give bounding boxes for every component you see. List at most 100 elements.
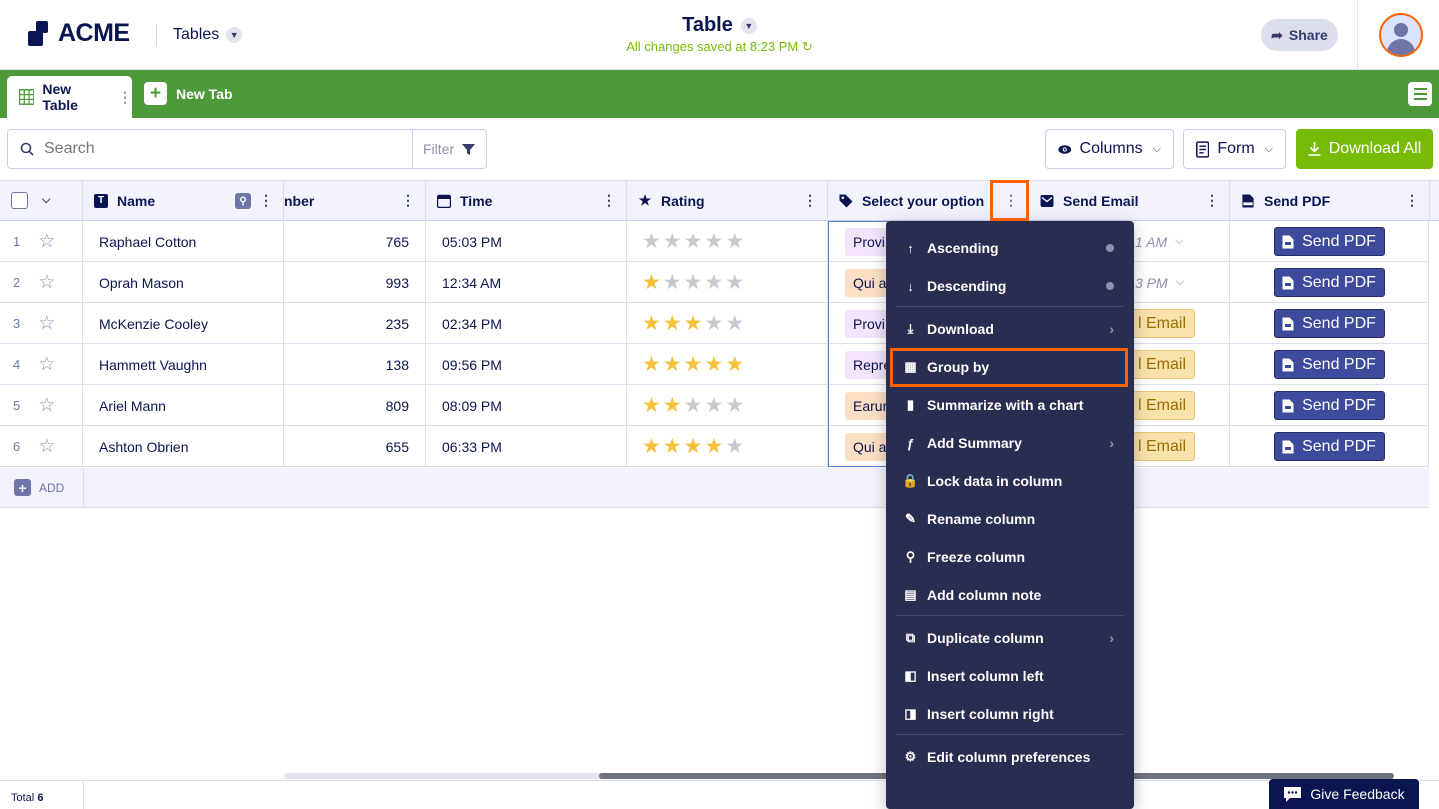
name-cell[interactable]: McKenzie Cooley — [83, 303, 284, 344]
rating-star-icon[interactable]: ★ — [725, 434, 744, 459]
name-cell[interactable]: Raphael Cotton — [83, 221, 284, 262]
menu-item-insert-column-left[interactable]: ◧ Insert column left — [886, 659, 1134, 693]
send-pdf-button[interactable]: Send PDF — [1273, 391, 1385, 420]
rating-star-icon[interactable]: ★ — [684, 352, 703, 377]
rating-stars[interactable]: ★ ★ ★ ★ ★ — [642, 270, 744, 295]
hamburger-menu-button[interactable] — [1408, 82, 1432, 106]
new-tab-button[interactable]: + New Tab — [144, 82, 233, 105]
send-pdf-cell[interactable]: Send PDF — [1230, 385, 1429, 426]
select-all-checkbox[interactable] — [11, 192, 28, 209]
column-header-number[interactable]: nber ⋮ — [284, 180, 426, 221]
rating-star-icon[interactable]: ★ — [663, 352, 682, 377]
rating-star-icon[interactable]: ★ — [684, 270, 703, 295]
rating-star-icon[interactable]: ★ — [725, 352, 744, 377]
rating-star-icon[interactable]: ★ — [663, 434, 682, 459]
pin-badge-icon[interactable]: ⚲ — [235, 193, 251, 209]
send-email-button[interactable]: l Email — [1129, 432, 1196, 461]
menu-item-add-summary[interactable]: ƒ Add Summary › — [886, 426, 1134, 460]
rating-star-icon[interactable]: ★ — [684, 311, 703, 336]
star-outline-icon[interactable]: ☆ — [38, 394, 55, 417]
name-cell[interactable]: Oprah Mason — [83, 262, 284, 303]
menu-item-rename-column[interactable]: ✎ Rename column — [886, 502, 1134, 536]
rating-stars[interactable]: ★ ★ ★ ★ ★ — [642, 393, 744, 418]
column-header-name[interactable]: T Name ⚲ ⋮ — [83, 180, 284, 221]
rating-star-icon[interactable]: ★ — [725, 311, 744, 336]
rating-star-icon[interactable]: ★ — [704, 270, 723, 295]
add-row-button[interactable]: + ADD — [14, 479, 64, 496]
rating-stars[interactable]: ★ ★ ★ ★ ★ — [642, 434, 744, 459]
rating-star-icon[interactable]: ★ — [663, 229, 682, 254]
menu-item-insert-column-right[interactable]: ◨ Insert column right — [886, 697, 1134, 731]
column-header-time[interactable]: Time ⋮ — [426, 180, 627, 221]
star-outline-icon[interactable]: ☆ — [38, 271, 55, 294]
rating-cell[interactable]: ★ ★ ★ ★ ★ — [627, 262, 828, 303]
column-menu-icon[interactable]: ⋮ — [259, 193, 273, 207]
send-email-button[interactable]: l Email — [1129, 350, 1196, 379]
column-menu-icon[interactable]: ⋮ — [602, 193, 616, 207]
rating-star-icon[interactable]: ★ — [642, 393, 661, 418]
column-menu-icon[interactable]: ⋮ — [401, 193, 415, 207]
number-cell[interactable]: 235 — [284, 303, 426, 344]
table-row[interactable]: 5 ☆ Ariel Mann 809 08:09 PM ★ ★ ★ ★ ★ Earur … — [0, 385, 1429, 426]
send-pdf-cell[interactable]: Send PDF — [1230, 262, 1429, 303]
send-pdf-button[interactable]: Send PDF — [1273, 268, 1385, 297]
send-pdf-cell[interactable]: Send PDF — [1230, 221, 1429, 262]
send-pdf-button[interactable]: Send PDF — [1273, 227, 1385, 256]
send-pdf-cell[interactable]: Send PDF — [1230, 344, 1429, 385]
send-pdf-button[interactable]: Send PDF — [1273, 309, 1385, 338]
filter-button[interactable]: Filter — [412, 129, 487, 169]
column-header-send-email[interactable]: Send Email ⋮ — [1029, 180, 1230, 221]
time-cell[interactable]: 02:34 PM — [426, 303, 627, 344]
column-menu-icon[interactable]: ⋮ — [1205, 193, 1219, 207]
table-row[interactable]: 1 ☆ Raphael Cotton 765 05:03 PM ★ ★ ★ ★ ★ Pr… — [0, 221, 1429, 262]
menu-item-freeze-column[interactable]: ⚲ Freeze column — [886, 540, 1134, 574]
menu-item-add-column-note[interactable]: ▤ Add column note — [886, 578, 1134, 612]
chevron-down-icon[interactable]: ⌵ — [42, 194, 50, 207]
rating-star-icon[interactable]: ★ — [725, 270, 744, 295]
table-row[interactable]: 6 ☆ Ashton Obrien 655 06:33 PM ★ ★ ★ ★ ★ Qui… — [0, 426, 1429, 467]
star-outline-icon[interactable]: ☆ — [38, 312, 55, 335]
menu-item-summarize-with-a-chart[interactable]: ▮ Summarize with a chart — [886, 388, 1134, 422]
column-header-send-pdf[interactable]: Send PDF ⋮ — [1230, 180, 1430, 221]
table-row[interactable]: 4 ☆ Hammett Vaughn 138 09:56 PM ★ ★ ★ ★ ★ Re… — [0, 344, 1429, 385]
menu-item-edit-column-preferences[interactable]: ⚙ Edit column preferences — [886, 740, 1134, 774]
time-cell[interactable]: 09:56 PM — [426, 344, 627, 385]
search-input[interactable] — [44, 140, 384, 158]
send-email-button[interactable]: l Email — [1129, 309, 1196, 338]
rating-star-icon[interactable]: ★ — [725, 229, 744, 254]
chevron-down-icon[interactable]: ⌵ — [1176, 276, 1184, 289]
rating-stars[interactable]: ★ ★ ★ ★ ★ — [642, 229, 744, 254]
rating-star-icon[interactable]: ★ — [684, 393, 703, 418]
doc-title[interactable]: Table ▼ — [682, 14, 757, 37]
tab-options-icon[interactable]: ⋮ — [118, 89, 132, 106]
name-cell[interactable]: Ariel Mann — [83, 385, 284, 426]
rating-star-icon[interactable]: ★ — [704, 311, 723, 336]
rating-stars[interactable]: ★ ★ ★ ★ ★ — [642, 311, 744, 336]
download-all-button[interactable]: Download All — [1296, 129, 1433, 169]
number-cell[interactable]: 765 — [284, 221, 426, 262]
rating-star-icon[interactable]: ★ — [642, 352, 661, 377]
rating-star-icon[interactable]: ★ — [684, 229, 703, 254]
rating-star-icon[interactable]: ★ — [704, 393, 723, 418]
star-outline-icon[interactable]: ☆ — [38, 353, 55, 376]
form-button[interactable]: Form ⌵ — [1183, 129, 1286, 169]
menu-item-download[interactable]: ⤓ Download › — [886, 312, 1134, 346]
send-pdf-cell[interactable]: Send PDF — [1230, 426, 1429, 467]
rating-star-icon[interactable]: ★ — [642, 229, 661, 254]
time-cell[interactable]: 12:34 AM — [426, 262, 627, 303]
rating-star-icon[interactable]: ★ — [663, 393, 682, 418]
rating-cell[interactable]: ★ ★ ★ ★ ★ — [627, 385, 828, 426]
column-header-rating[interactable]: ★ Rating ⋮ — [627, 180, 828, 221]
name-cell[interactable]: Hammett Vaughn — [83, 344, 284, 385]
table-row[interactable]: 2 ☆ Oprah Mason 993 12:34 AM ★ ★ ★ ★ ★ Qui a… — [0, 262, 1429, 303]
rating-star-icon[interactable]: ★ — [684, 434, 703, 459]
menu-item-descending[interactable]: ↓ Descending — [886, 269, 1134, 303]
number-cell[interactable]: 138 — [284, 344, 426, 385]
menu-item-ascending[interactable]: ↑ Ascending — [886, 231, 1134, 265]
search-box[interactable] — [7, 129, 413, 169]
rating-cell[interactable]: ★ ★ ★ ★ ★ — [627, 221, 828, 262]
send-email-button[interactable]: l Email — [1129, 391, 1196, 420]
rating-cell[interactable]: ★ ★ ★ ★ ★ — [627, 344, 828, 385]
rating-star-icon[interactable]: ★ — [663, 270, 682, 295]
avatar[interactable] — [1379, 13, 1423, 57]
